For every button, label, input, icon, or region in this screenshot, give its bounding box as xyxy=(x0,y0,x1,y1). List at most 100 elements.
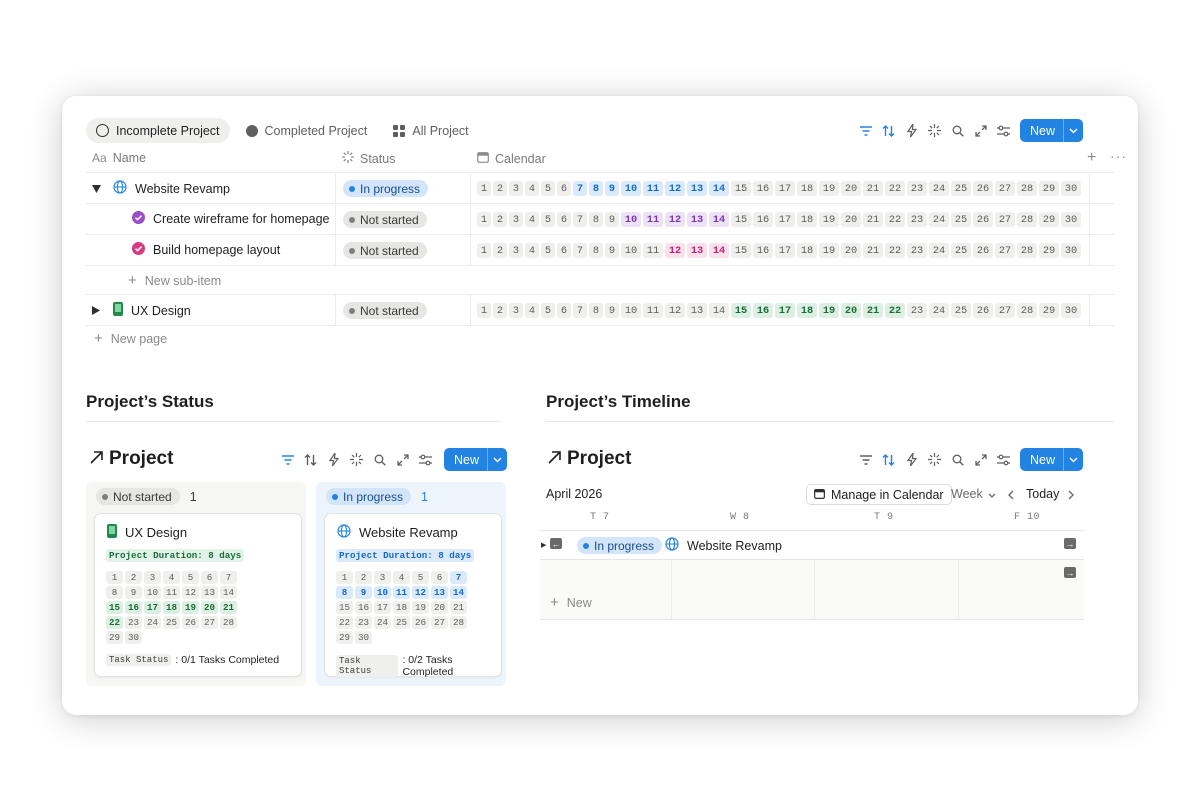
search-icon[interactable] xyxy=(371,451,388,468)
table-row-build-homepage[interactable]: Build homepage layout xyxy=(132,242,280,258)
card-title: UX Design xyxy=(125,525,188,540)
expand-icon[interactable] xyxy=(394,451,411,468)
calendar-day: 26 xyxy=(412,616,429,629)
column-header-name[interactable]: Aa Name xyxy=(92,151,146,165)
calendar-day: 3 xyxy=(509,243,523,258)
lightning-icon[interactable] xyxy=(903,451,920,468)
column-header-status[interactable]: Status xyxy=(342,151,395,166)
task-status: Task Status : 0/1 Tasks Completed xyxy=(106,654,279,666)
calendar-day: 6 xyxy=(431,571,448,584)
column-header-calendar[interactable]: Calendar xyxy=(477,151,546,166)
arrow-right-icon[interactable]: → xyxy=(1064,567,1076,578)
search-icon[interactable] xyxy=(949,451,966,468)
today-button[interactable]: Today xyxy=(1026,487,1059,501)
calendar-day: 27 xyxy=(201,616,218,629)
check-circle-pink-icon xyxy=(132,242,145,258)
calendar-day: 16 xyxy=(125,601,142,614)
chevron-down-icon[interactable] xyxy=(1063,448,1083,471)
timeline-item-website-revamp[interactable]: Website Revamp xyxy=(665,537,782,554)
calendar-day: 30 xyxy=(355,631,372,644)
tab-incomplete-project[interactable]: Incomplete Project xyxy=(86,118,230,143)
text-type-icon: Aa xyxy=(92,151,107,165)
toggle-collapsed-icon[interactable] xyxy=(92,304,100,318)
settings-sliders-icon[interactable] xyxy=(417,451,434,468)
calendar-day: 26 xyxy=(973,181,993,196)
new-button[interactable]: New xyxy=(1020,448,1084,471)
search-icon[interactable] xyxy=(949,122,966,139)
sort-icon[interactable] xyxy=(880,122,897,139)
expand-icon[interactable] xyxy=(972,451,989,468)
calendar-day: 20 xyxy=(201,601,218,614)
filter-icon[interactable] xyxy=(857,451,874,468)
calendar-day: 19 xyxy=(819,303,839,318)
calendar-day: 23 xyxy=(125,616,142,629)
new-page-button[interactable]: + New page xyxy=(94,330,167,347)
toggle-expanded-icon[interactable] xyxy=(92,182,101,196)
new-button[interactable]: New xyxy=(444,448,508,471)
new-button[interactable]: New xyxy=(1020,119,1084,142)
chevron-down-icon[interactable] xyxy=(487,448,507,471)
filter-icon[interactable] xyxy=(857,122,874,139)
manage-in-calendar-button[interactable]: Manage in Calendar xyxy=(806,484,952,505)
status-badge[interactable]: Not started xyxy=(343,242,427,259)
chevron-left-icon[interactable] xyxy=(1007,488,1014,503)
status-badge[interactable]: In progress xyxy=(343,180,429,197)
lightning-icon[interactable] xyxy=(325,451,342,468)
status-badge[interactable]: Not started xyxy=(343,302,427,319)
plus-icon: + xyxy=(550,594,559,611)
settings-sliders-icon[interactable] xyxy=(995,451,1012,468)
calendar-day: 21 xyxy=(863,303,883,318)
calendar-day: 22 xyxy=(885,212,905,227)
calendar-day: 9 xyxy=(355,586,372,599)
calendar-day: 9 xyxy=(605,181,619,196)
arrow-right-icon[interactable]: → xyxy=(1064,538,1076,549)
calendar-day: 29 xyxy=(1039,303,1059,318)
filter-icon[interactable] xyxy=(279,451,296,468)
tab-all-project[interactable]: All Project xyxy=(383,118,478,143)
sparkle-icon[interactable] xyxy=(348,451,365,468)
calendar-day: 25 xyxy=(163,616,180,629)
calendar-days-row: 1 2 3 4 5 6 7 8 9 10 11 12 13 14 15 16 17 18 19 20 21 22 23 24 2… xyxy=(477,303,1081,318)
chevron-down-icon[interactable] xyxy=(1063,119,1083,142)
calendar-day: 2 xyxy=(125,571,142,584)
timeline-new-button[interactable]: + New xyxy=(550,594,592,611)
chevron-right-icon[interactable] xyxy=(1068,488,1075,503)
status-badge[interactable]: In progress xyxy=(326,488,412,505)
calendar-day: 7 xyxy=(450,571,467,584)
calendar-day: 6 xyxy=(557,243,571,258)
arrow-left-icon[interactable]: ← xyxy=(550,538,562,549)
settings-sliders-icon[interactable] xyxy=(995,122,1012,139)
calendar-day: 12 xyxy=(665,212,685,227)
status-badge[interactable]: Not started xyxy=(343,211,427,228)
table-row-ux-design[interactable]: UX Design xyxy=(92,302,191,319)
column-count: 1 xyxy=(421,489,428,504)
add-column-icon[interactable]: + xyxy=(1087,149,1096,167)
calendar-day: 2 xyxy=(493,243,507,258)
sort-icon[interactable] xyxy=(302,451,319,468)
board-card-ux-design[interactable]: UX Design Project Duration: 8 days 12345… xyxy=(94,513,302,677)
calendar-day: 29 xyxy=(1039,243,1059,258)
status-badge[interactable]: In progress xyxy=(577,537,663,554)
table-toolbar: New xyxy=(857,119,1084,142)
caret-right-icon: ▶ xyxy=(541,542,547,549)
status-db-title[interactable]: Project xyxy=(90,448,173,470)
range-select[interactable]: Week xyxy=(951,487,996,501)
status-badge[interactable]: Not started xyxy=(96,488,180,505)
calendar-day: 19 xyxy=(819,212,839,227)
sort-icon[interactable] xyxy=(880,451,897,468)
table-row-website-revamp[interactable]: Website Revamp xyxy=(92,180,230,197)
sparkle-icon[interactable] xyxy=(926,451,943,468)
lightning-icon[interactable] xyxy=(903,122,920,139)
calendar-day: 15 xyxy=(731,243,751,258)
calendar-day: 20 xyxy=(841,212,861,227)
sparkle-icon[interactable] xyxy=(926,122,943,139)
timeline-db-title[interactable]: Project xyxy=(548,448,631,470)
more-options-icon[interactable]: ··· xyxy=(1110,148,1127,164)
table-row-create-wireframe[interactable]: Create wireframe for homepage xyxy=(132,211,329,227)
board-card-website-revamp[interactable]: Website Revamp Project Duration: 8 days … xyxy=(324,513,502,678)
expand-icon[interactable] xyxy=(972,122,989,139)
tab-label: All Project xyxy=(412,123,469,138)
new-sub-item-button[interactable]: + New sub-item xyxy=(128,272,221,289)
tab-completed-project[interactable]: Completed Project xyxy=(236,118,378,143)
calendar-day: 12 xyxy=(182,586,199,599)
